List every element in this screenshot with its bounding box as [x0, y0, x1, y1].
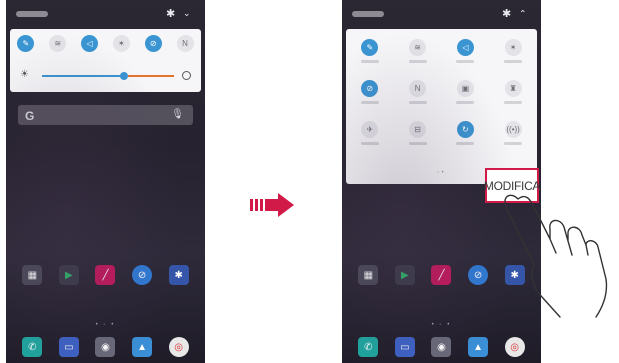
- bluetooth-icon: ✶: [504, 39, 522, 56]
- camera-icon[interactable]: ◉: [431, 337, 452, 357]
- quick-settings-row-3: ✈ ⊟ ↻ ((•)): [346, 121, 537, 145]
- settings-icon[interactable]: ✱: [502, 8, 511, 20]
- wifi-icon: ≋: [409, 39, 427, 56]
- play-store-icon[interactable]: ▶: [58, 265, 79, 285]
- sim-icon: ▣: [456, 80, 474, 97]
- qs-tile-sound[interactable]: ◁: [81, 35, 99, 52]
- camera-icon[interactable]: ◉: [95, 337, 116, 357]
- pen-app-icon[interactable]: ╱: [95, 265, 116, 285]
- screen-recorder-icon: ⊟: [409, 121, 427, 138]
- flashlight-icon: ♜: [504, 80, 522, 97]
- qs-tile-sync[interactable]: ↻: [456, 121, 475, 145]
- play-store-icon[interactable]: ▶: [394, 265, 415, 285]
- qs-tile-hotspot[interactable]: ((•)): [504, 121, 523, 145]
- qs-tile-flashlight[interactable]: ♜: [504, 80, 523, 104]
- airplane-icon: ✈: [361, 121, 379, 138]
- qs-tile-bluetooth[interactable]: ✶: [504, 39, 523, 63]
- mic-icon[interactable]: 🎙: [171, 109, 184, 120]
- brightness-icon: ☀: [20, 69, 29, 80]
- status-text: [16, 11, 48, 17]
- pen-app-icon[interactable]: ╱: [431, 265, 452, 285]
- dock: ✆ ▭ ◉ ▲ ◎: [342, 337, 541, 357]
- qs-tile-wifi[interactable]: ≋: [408, 39, 427, 63]
- phone-before: ✱ ⌄ ✎ ≋ ◁ ✶ ⊘ N ☀ G 🎙 ▦ ▶ ╱ ⊘ ✱ • ◦ • ✆ …: [6, 0, 205, 363]
- settings-app-icon[interactable]: ✱: [168, 265, 189, 285]
- qs-tile-nfc[interactable]: N: [408, 80, 427, 104]
- messages-icon[interactable]: ▭: [394, 337, 415, 357]
- auto-brightness-icon[interactable]: [182, 71, 191, 80]
- status-text: [352, 11, 384, 17]
- search-bar[interactable]: G 🎙: [18, 105, 193, 125]
- google-logo: G: [25, 109, 35, 123]
- qs-tile-do-not-disturb[interactable]: ⊘: [360, 80, 379, 104]
- pointing-hand-icon: [500, 183, 616, 323]
- phone-icon[interactable]: ✆: [22, 337, 43, 357]
- folder-icon[interactable]: ▦: [358, 265, 379, 285]
- qs-tile-edit[interactable]: ✎: [17, 35, 35, 52]
- do-not-disturb-icon: ⊘: [361, 80, 379, 97]
- sound-icon: ◁: [456, 39, 474, 56]
- settings-icon[interactable]: ✱: [166, 8, 175, 20]
- transition-arrow: [250, 193, 298, 217]
- bluetooth-icon: ✶: [112, 35, 130, 52]
- chrome-icon[interactable]: ◎: [168, 337, 189, 357]
- browser-icon[interactable]: ⊘: [468, 265, 489, 285]
- sound-icon: ◁: [81, 35, 99, 52]
- nfc-icon: N: [409, 80, 427, 97]
- gallery-icon[interactable]: ▲: [468, 337, 489, 357]
- edit-icon: ✎: [17, 35, 35, 52]
- qs-tile-bluetooth[interactable]: ✶: [112, 35, 130, 52]
- browser-icon[interactable]: ⊘: [132, 265, 153, 285]
- qs-tile-do-not-disturb[interactable]: ⊘: [144, 35, 162, 52]
- qs-tile-airplane[interactable]: ✈: [360, 121, 379, 145]
- brightness-track-filled: [42, 75, 124, 77]
- phone-icon[interactable]: ✆: [358, 337, 379, 357]
- sync-icon: ↻: [456, 121, 474, 138]
- wifi-icon: ≋: [49, 35, 67, 52]
- quick-settings-panel: ✎ ≋ ◁ ✶ ⊘ N ☀: [10, 29, 201, 92]
- qs-tile-sound[interactable]: ◁: [456, 39, 475, 63]
- qs-tile-edit[interactable]: ✎: [360, 39, 379, 63]
- hotspot-icon: ((•)): [504, 121, 522, 138]
- status-bar: ✱ ⌄: [342, 0, 541, 26]
- brightness-track-empty: [128, 75, 174, 77]
- do-not-disturb-icon: ⊘: [144, 35, 162, 52]
- status-bar: ✱ ⌄: [6, 0, 205, 26]
- messages-icon[interactable]: ▭: [58, 337, 79, 357]
- qs-tile-nfc[interactable]: N: [176, 35, 194, 52]
- qs-tile-sim[interactable]: ▣: [456, 80, 475, 104]
- edit-icon: ✎: [361, 39, 379, 56]
- gallery-icon[interactable]: ▲: [132, 337, 153, 357]
- chevron-down-icon[interactable]: ⌄: [183, 7, 191, 19]
- chrome-icon[interactable]: ◎: [504, 337, 525, 357]
- quick-settings-row: ✎ ≋ ◁ ✶ ⊘ N: [10, 35, 201, 52]
- qs-tile-wifi[interactable]: ≋: [49, 35, 67, 52]
- quick-settings-row-1: ✎ ≋ ◁ ✶: [346, 39, 537, 63]
- chevron-up-icon[interactable]: ⌄: [519, 7, 527, 19]
- dock: ✆ ▭ ◉ ▲ ◎: [6, 337, 205, 357]
- app-row: ▦ ▶ ╱ ⊘ ✱: [6, 265, 205, 285]
- qs-tile-screen-recorder[interactable]: ⊟: [408, 121, 427, 145]
- page-indicator: • ◦ •: [95, 322, 116, 328]
- folder-icon[interactable]: ▦: [22, 265, 43, 285]
- brightness-thumb[interactable]: [120, 72, 128, 80]
- nfc-icon: N: [176, 35, 194, 52]
- brightness-slider[interactable]: ☀: [20, 66, 191, 82]
- quick-settings-panel-expanded: ✎ ≋ ◁ ✶ ⊘ N ▣ ♜ ✈ ⊟ ↻ ((•)) ◦•: [346, 29, 537, 184]
- quick-settings-row-2: ⊘ N ▣ ♜: [346, 80, 537, 104]
